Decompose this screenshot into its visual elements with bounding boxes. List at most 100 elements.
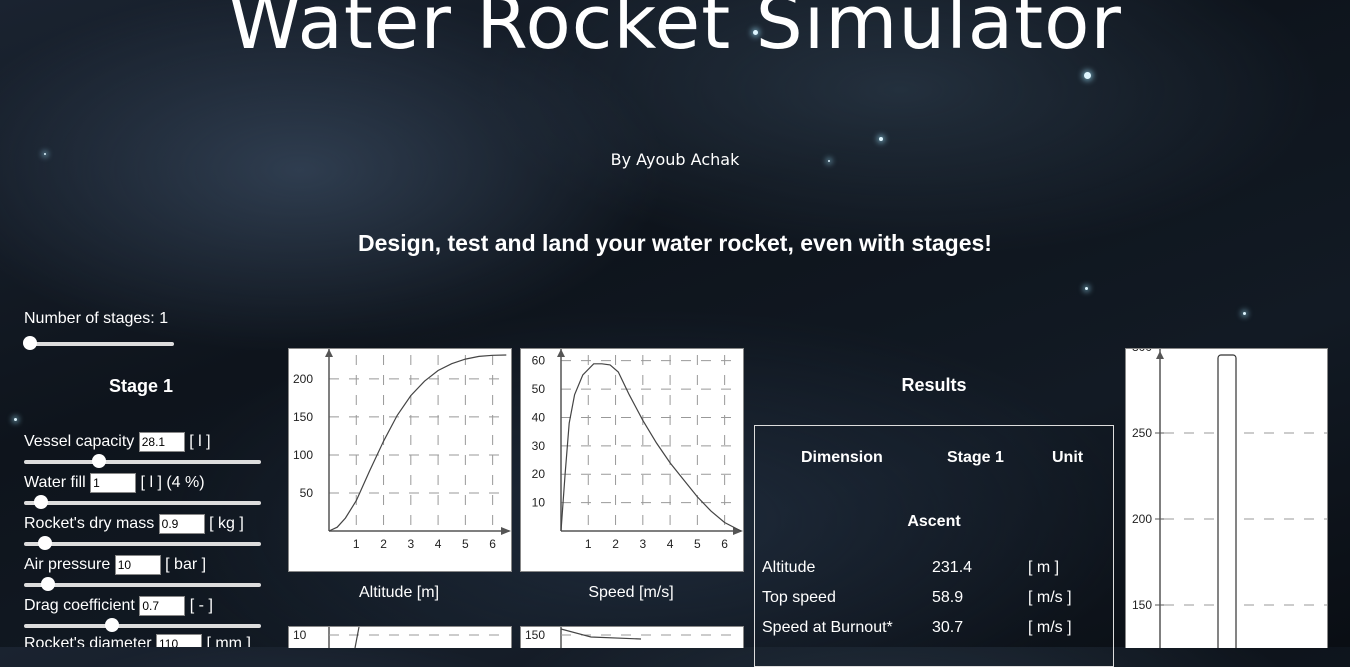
param-drag-coefficient: Drag coefficient [ - ] <box>24 596 213 616</box>
x-tick-label: 6 <box>721 537 728 551</box>
param-unit: [ mm ] <box>206 635 251 647</box>
series-line <box>560 628 642 640</box>
y-tick-label: 30 <box>532 439 546 453</box>
rocket-body <box>1217 354 1237 648</box>
rocket-view: 300 250 200 150 <box>1125 348 1328 648</box>
result-name: Speed at Burnout* <box>762 619 893 636</box>
y-axis-arrow <box>1156 351 1164 359</box>
slider-thumb[interactable] <box>105 618 120 632</box>
air-pressure-slider[interactable] <box>24 577 261 591</box>
x-tick-label: 2 <box>380 537 387 551</box>
x-tick-label: 6 <box>489 537 496 551</box>
result-value: 30.7 <box>932 619 964 636</box>
altitude-chart-label: Altitude [m] <box>358 584 440 601</box>
x-tick-label: 5 <box>694 537 701 551</box>
param-label: Air pressure <box>24 556 111 574</box>
speed-chart-label: Speed [m/s] <box>588 584 674 601</box>
star-decoration <box>14 418 17 421</box>
stage-title: Stage 1 <box>108 376 174 396</box>
drag-coefficient-slider[interactable] <box>24 618 261 632</box>
header-stage: Stage 1 <box>947 449 1004 466</box>
param-label: Rocket's diameter <box>24 635 152 647</box>
slider-thumb[interactable] <box>38 536 53 550</box>
y-tick-label: 50 <box>532 382 546 396</box>
slider-thumb[interactable] <box>91 454 106 468</box>
y-tick-label: 50 <box>300 486 314 500</box>
param-label: Rocket's dry mass <box>24 515 155 533</box>
result-value: 231.4 <box>932 559 973 576</box>
air-pressure-input[interactable] <box>114 555 161 575</box>
stages-slider[interactable] <box>23 336 174 350</box>
results-table: Dimension Stage 1 Unit Ascent Altitude 2… <box>754 425 1114 667</box>
water-fill-slider[interactable] <box>24 495 261 509</box>
y-tick-label: 150 <box>293 410 313 424</box>
water-fill-input[interactable] <box>90 473 137 493</box>
star-decoration <box>1243 312 1246 315</box>
param-air-pressure: Air pressure [ bar ] <box>24 555 206 575</box>
diameter-input[interactable] <box>156 634 202 647</box>
param-unit: [ bar ] <box>165 556 207 574</box>
y-tick-label: 150 <box>1132 598 1152 612</box>
header-dimension: Dimension <box>801 449 883 466</box>
section-ascent: Ascent <box>907 513 961 530</box>
y-tick-label: 250 <box>1132 426 1152 440</box>
param-label: Vessel capacity <box>24 433 135 451</box>
y-axis-arrow <box>557 349 565 357</box>
dry-mass-slider[interactable] <box>24 536 261 550</box>
stages-slider-thumb[interactable] <box>23 336 37 350</box>
y-tick-label: 150 <box>525 628 545 642</box>
speed-chart: 1 2 3 4 5 6 10 20 30 40 50 60 <box>520 348 744 572</box>
x-tick-label: 4 <box>435 537 442 551</box>
param-label: Water fill <box>24 474 86 492</box>
drag-coefficient-input[interactable] <box>139 596 186 616</box>
dry-mass-input[interactable] <box>158 514 205 534</box>
x-tick-label: 5 <box>462 537 469 551</box>
param-unit: [ - ] <box>189 597 213 615</box>
param-dry-mass: Rocket's dry mass [ kg ] <box>24 514 244 534</box>
slider-thumb[interactable] <box>40 577 55 591</box>
author-credit: By Ayoub Achak <box>610 150 740 169</box>
series-line <box>354 627 360 648</box>
result-unit: [ m/s ] <box>1028 589 1072 606</box>
star-decoration <box>879 137 883 141</box>
fourth-chart: 150 <box>520 626 744 648</box>
speed-chart-svg: 1 2 3 4 5 6 10 20 30 40 50 60 <box>532 349 743 551</box>
x-tick-label: 4 <box>667 537 674 551</box>
stages-value: 1 <box>159 310 169 327</box>
y-tick-label: 300 <box>1132 349 1152 354</box>
fourth-chart-svg: 150 <box>525 627 741 648</box>
param-unit: [ l ] <box>189 433 211 451</box>
stages-label-text: Number of stages: <box>24 310 155 327</box>
stages-label: Number of stages: 1 <box>24 310 168 328</box>
x-tick-label: 3 <box>639 537 646 551</box>
rocket-view-svg: 300 250 200 150 <box>1132 349 1327 648</box>
x-tick-label: 2 <box>612 537 619 551</box>
vessel-capacity-input[interactable] <box>138 432 185 452</box>
tagline: Design, test and land your water rocket,… <box>358 230 992 256</box>
y-tick-label: 10 <box>532 496 546 510</box>
y-tick-label: 200 <box>1132 512 1152 526</box>
result-value: 58.9 <box>932 589 964 606</box>
slider-thumb[interactable] <box>33 495 48 509</box>
result-unit: [ m/s ] <box>1028 619 1072 636</box>
y-tick-label: 10 <box>293 628 307 642</box>
page-title: Water Rocket Simulator <box>228 0 1122 66</box>
y-tick-label: 60 <box>532 354 546 368</box>
y-tick-label: 20 <box>532 467 546 481</box>
y-tick-label: 100 <box>293 448 313 462</box>
x-tick-label: 1 <box>353 537 360 551</box>
param-unit: [ l ] (4 %) <box>140 474 205 492</box>
result-name: Altitude <box>762 559 816 576</box>
param-diameter: Rocket's diameter [ mm ] <box>24 634 251 647</box>
y-tick-label: 200 <box>293 372 313 386</box>
altitude-chart-svg: 1 2 3 4 5 6 50 100 150 200 <box>293 349 511 551</box>
star-decoration <box>1085 287 1088 290</box>
result-unit: [ m ] <box>1028 559 1060 576</box>
x-tick-label: 3 <box>407 537 414 551</box>
x-tick-label: 1 <box>585 537 592 551</box>
vessel-capacity-slider[interactable] <box>24 454 261 468</box>
results-title: Results <box>901 375 967 395</box>
param-unit: [ kg ] <box>209 515 244 533</box>
param-label: Drag coefficient <box>24 597 135 615</box>
third-chart: 10 <box>288 626 512 648</box>
